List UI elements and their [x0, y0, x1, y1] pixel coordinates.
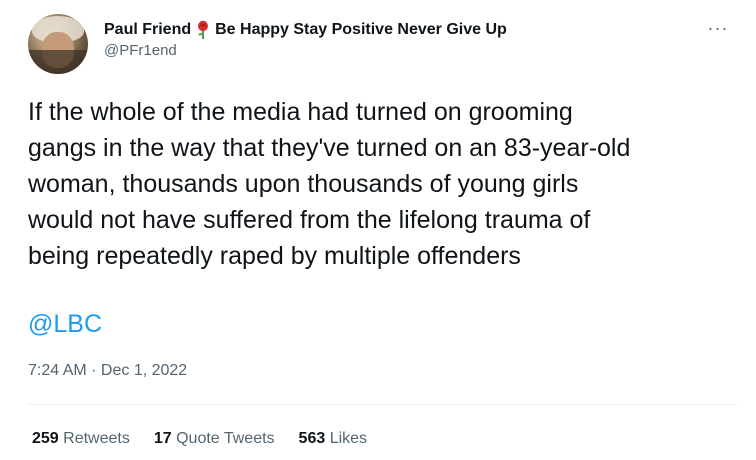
- display-name-part1[interactable]: Paul Friend: [104, 20, 191, 40]
- likes-stat[interactable]: 563 Likes: [299, 428, 368, 450]
- retweets-count: 259: [32, 430, 59, 447]
- quotes-label: Quote Tweets: [176, 430, 275, 447]
- likes-label: Likes: [329, 430, 368, 447]
- quotes-count: 17: [153, 430, 172, 447]
- likes-count: 563: [298, 430, 326, 447]
- display-name-part2[interactable]: Be Happy Stay Positive Never Give Up: [215, 20, 507, 40]
- author-info: Paul Friend Be Happy Stay Positive Never…: [104, 20, 704, 61]
- tweet-card: Paul Friend Be Happy Stay Positive Never…: [0, 0, 756, 460]
- mention-link[interactable]: @LBC: [28, 306, 102, 342]
- quotes-stat[interactable]: 17 Quote Tweets: [154, 428, 275, 450]
- retweets-label: Retweets: [63, 430, 130, 447]
- rose-icon: [198, 20, 209, 39]
- tweet-stats: 259 Retweets 17 Quote Tweets 563 Likes: [32, 428, 367, 450]
- tweet-header: Paul Friend Be Happy Stay Positive Never…: [28, 14, 738, 74]
- retweets-stat[interactable]: 259 Retweets: [32, 428, 130, 450]
- author-handle[interactable]: @PFr1end: [104, 41, 704, 61]
- divider: [28, 404, 738, 405]
- avatar[interactable]: [28, 14, 88, 74]
- more-options-icon[interactable]: ···: [706, 19, 730, 42]
- avatar-shade: [28, 50, 88, 74]
- tweet-text: If the whole of the media had turned on …: [28, 98, 631, 270]
- display-name[interactable]: Paul Friend Be Happy Stay Positive Never…: [104, 20, 704, 40]
- tweet-timestamp[interactable]: 7:24 AM · Dec 1, 2022: [28, 360, 187, 382]
